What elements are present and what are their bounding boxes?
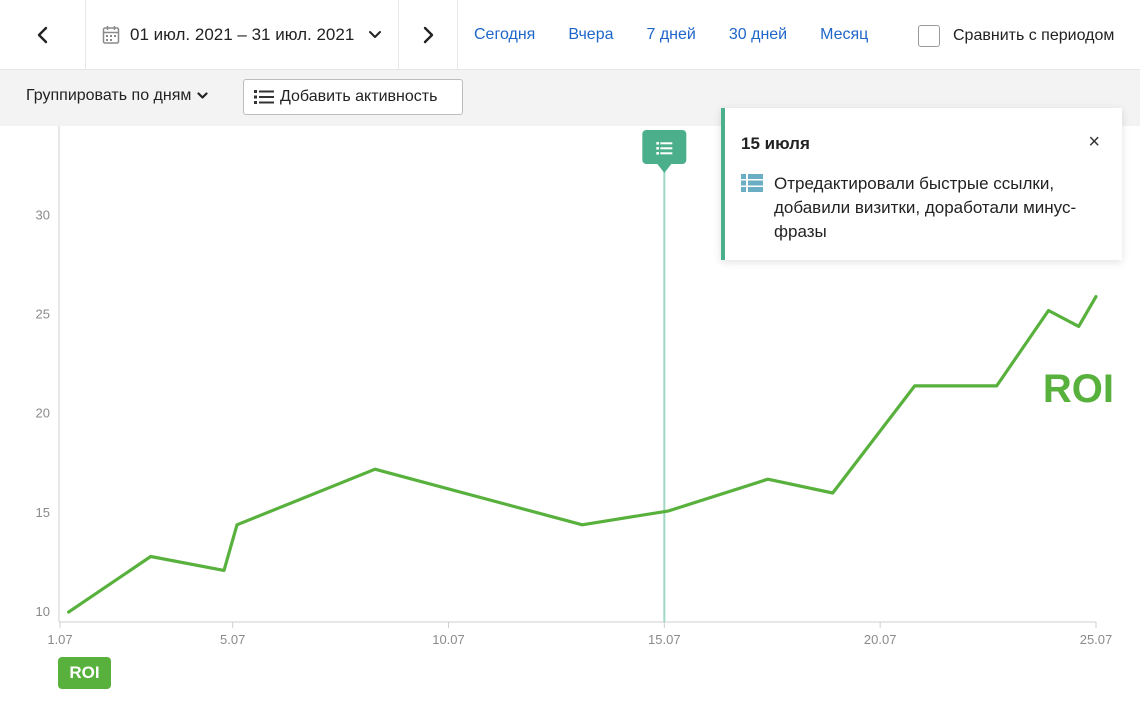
period-7-days-link[interactable]: 7 дней bbox=[647, 26, 696, 44]
caret-down-icon bbox=[197, 92, 208, 99]
chevron-right-icon bbox=[423, 26, 434, 43]
compare-period-toggle[interactable]: Сравнить с периодом bbox=[918, 25, 1114, 47]
y-tick-label: 30 bbox=[36, 207, 50, 222]
y-axis: 10 15 20 25 30 bbox=[36, 126, 60, 622]
group-by-label: Группировать по дням bbox=[26, 87, 192, 104]
period-toolbar: 01 июл. 2021 – 31 июл. 2021 Сегодня Вчер… bbox=[0, 0, 1140, 70]
legend-item-roi[interactable]: ROI bbox=[58, 657, 111, 689]
y-tick-label: 15 bbox=[36, 505, 50, 520]
calendar-icon bbox=[102, 25, 120, 44]
period-month-link[interactable]: Месяц bbox=[820, 26, 868, 44]
add-activity-button[interactable]: Добавить активность bbox=[243, 79, 463, 115]
x-tick-label: 10.07 bbox=[432, 632, 465, 647]
quick-period-links: Сегодня Вчера 7 дней 30 дней Месяц bbox=[458, 0, 901, 69]
chevron-left-icon bbox=[37, 26, 47, 43]
y-tick-label: 25 bbox=[36, 306, 50, 321]
y-tick-label: 10 bbox=[36, 604, 50, 619]
compare-period-label: Сравнить с периодом bbox=[953, 27, 1115, 44]
tooltip-date: 15 июля bbox=[741, 134, 810, 153]
close-icon[interactable]: × bbox=[1088, 132, 1100, 152]
chevron-down-icon bbox=[369, 30, 382, 38]
list-icon bbox=[656, 142, 673, 155]
x-tick-label: 1.07 bbox=[47, 632, 72, 647]
series-label-roi: ROI bbox=[1043, 367, 1114, 411]
next-period-button[interactable] bbox=[398, 0, 458, 69]
activity-list-icon bbox=[741, 174, 763, 192]
x-axis: 1.07 5.07 10.07 15.07 20.07 25.07 bbox=[47, 621, 1113, 647]
x-tick-label: 5.07 bbox=[220, 632, 245, 647]
tooltip-activity-text: Отредактировали быстрые ссылки, добавили… bbox=[774, 174, 1077, 241]
x-tick-label: 20.07 bbox=[864, 632, 897, 647]
date-range-picker[interactable]: 01 июл. 2021 – 31 июл. 2021 bbox=[86, 0, 398, 69]
activity-tooltip: 15 июля × Отредактировали быстрые ссылки… bbox=[721, 108, 1122, 260]
series-roi bbox=[66, 295, 1098, 614]
date-range-value: 01 июл. 2021 – 31 июл. 2021 bbox=[130, 24, 355, 44]
series-line-roi bbox=[66, 295, 1098, 614]
period-30-days-link[interactable]: 30 дней bbox=[729, 26, 787, 44]
period-yesterday-link[interactable]: Вчера bbox=[568, 26, 613, 44]
activity-marker[interactable] bbox=[642, 130, 687, 622]
x-tick-label: 15.07 bbox=[648, 632, 681, 647]
x-tick-label: 25.07 bbox=[1080, 632, 1113, 647]
period-today-link[interactable]: Сегодня bbox=[474, 26, 535, 44]
activity-marker-pin[interactable] bbox=[642, 130, 687, 173]
group-by-dropdown[interactable]: Группировать по дням bbox=[26, 87, 208, 105]
add-activity-label: Добавить активность bbox=[280, 88, 438, 105]
previous-period-button[interactable] bbox=[0, 0, 86, 69]
compare-period-checkbox[interactable] bbox=[918, 25, 940, 47]
list-icon bbox=[254, 90, 274, 104]
y-tick-label: 20 bbox=[36, 406, 50, 421]
